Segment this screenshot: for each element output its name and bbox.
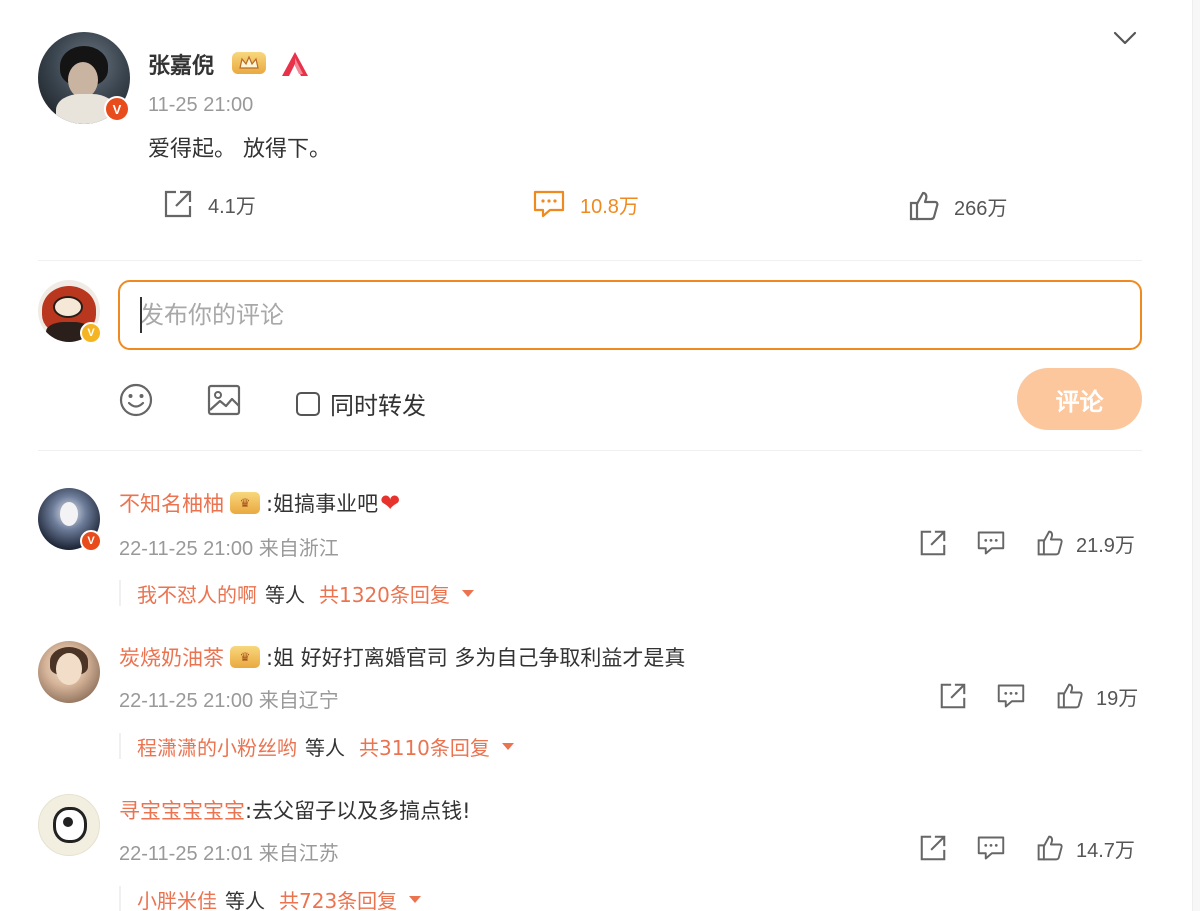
reply-count[interactable]: 共1320条回复	[319, 579, 450, 608]
repost-count: 4.1万	[208, 195, 256, 218]
like-button[interactable]: 266万	[908, 190, 1007, 222]
comment-meta: 22-11-25 21:00 来自辽宁	[119, 684, 339, 713]
crown-badge-icon	[232, 52, 266, 74]
share-icon	[162, 188, 194, 220]
post-text: 爱得起。 放得下。	[148, 137, 331, 162]
reply-summary[interactable]: 程潇潇的小粉丝哟 等人 共3110条回复	[119, 732, 514, 761]
comment-icon[interactable]	[976, 834, 1006, 862]
commenter-name[interactable]: 炭烧奶油茶	[119, 642, 224, 672]
reply-user[interactable]: 小胖米佳	[137, 885, 217, 911]
heart-icon: ❤	[380, 489, 401, 517]
reply-etc: 等人	[305, 735, 345, 760]
comment-location: 来自浙江	[258, 536, 339, 560]
comment-time: 22-11-25 21:00	[119, 538, 254, 560]
reply-etc: 等人	[225, 888, 265, 911]
comment-like-count: 21.9万	[1076, 534, 1135, 557]
comment-text: :去父留子以及多搞点钱!	[245, 799, 471, 823]
comment-icon[interactable]	[996, 682, 1026, 710]
reply-count[interactable]: 共3110条回复	[359, 732, 490, 761]
repost-button[interactable]: 4.1万	[162, 188, 256, 220]
author-name[interactable]: 张嘉倪	[148, 48, 214, 80]
comment-actions: 21.9万	[918, 528, 1135, 558]
repost-checkbox-label: 同时转发	[330, 392, 426, 420]
commenter-avatar[interactable]	[38, 641, 100, 703]
caret-down-icon[interactable]	[501, 742, 514, 750]
brand-badge-icon	[280, 50, 310, 78]
post-time: 11-25 21:00	[148, 94, 254, 116]
comment-header: 寻宝宝宝宝宝 :去父留子以及多搞点钱!	[119, 795, 471, 825]
chevron-down-icon[interactable]	[1112, 28, 1138, 48]
thumbs-up-icon[interactable]	[1036, 834, 1064, 862]
verified-badge-icon: V	[80, 322, 102, 344]
reply-summary[interactable]: 我不怼人的啊 等人 共1320条回复	[119, 579, 474, 608]
comment-text: :姐 好好打离婚官司 多为自己争取利益才是真	[266, 646, 686, 670]
comment-actions: 14.7万	[918, 833, 1135, 863]
comment-header: 炭烧奶油茶 ♛ :姐 好好打离婚官司 多为自己争取利益才是真	[119, 642, 685, 672]
caret-down-icon[interactable]	[461, 589, 474, 597]
comment-icon[interactable]	[976, 529, 1006, 557]
comment-button[interactable]: 10.8万	[532, 188, 639, 220]
comment-input[interactable]	[118, 280, 1142, 350]
share-icon[interactable]	[918, 528, 948, 558]
share-icon[interactable]	[918, 833, 948, 863]
commenter-name[interactable]: 不知名柚柚	[119, 488, 224, 518]
comment-like-count: 19万	[1096, 687, 1139, 710]
comment-header: 不知名柚柚 ♛ :姐搞事业吧 ❤	[119, 488, 400, 518]
share-icon[interactable]	[938, 681, 968, 711]
divider	[38, 260, 1142, 261]
commenter-avatar[interactable]	[38, 794, 100, 856]
thumbs-up-icon[interactable]	[1036, 529, 1064, 557]
comment-actions: 19万	[938, 681, 1138, 711]
thumbs-up-icon	[908, 190, 940, 222]
submit-comment-button[interactable]: 评论	[1017, 368, 1142, 430]
caret-down-icon[interactable]	[409, 895, 422, 903]
comment-meta: 22-11-25 21:00 来自浙江	[119, 532, 339, 561]
comment-meta: 22-11-25 21:01 来自江苏	[119, 837, 339, 866]
reply-user[interactable]: 我不怼人的啊	[137, 579, 257, 608]
reply-summary[interactable]: 小胖米佳 等人 共723条回复	[119, 885, 422, 911]
image-icon[interactable]	[206, 382, 242, 418]
commenter-name[interactable]: 寻宝宝宝宝宝	[119, 795, 245, 825]
comment-icon	[532, 188, 566, 220]
verified-badge-icon: V	[80, 530, 102, 552]
comment-time: 22-11-25 21:00	[119, 690, 254, 712]
emoji-icon[interactable]	[118, 382, 154, 418]
crown-badge-icon: ♛	[230, 492, 260, 514]
reply-etc: 等人	[265, 582, 305, 607]
reply-user[interactable]: 程潇潇的小粉丝哟	[137, 732, 297, 761]
comment-text: :姐搞事业吧	[266, 492, 379, 516]
comment-like-count: 14.7万	[1076, 839, 1135, 862]
divider	[38, 450, 1142, 451]
thumbs-up-icon[interactable]	[1056, 682, 1084, 710]
repost-checkbox[interactable]: 同时转发	[296, 386, 426, 421]
like-count: 266万	[954, 197, 1008, 220]
verified-badge-icon: V	[104, 96, 130, 122]
comment-location: 来自江苏	[258, 841, 339, 865]
reply-count[interactable]: 共723条回复	[279, 885, 397, 911]
comment-time: 22-11-25 21:01	[119, 843, 254, 865]
scrollbar-track[interactable]	[1192, 0, 1200, 911]
text-cursor	[140, 297, 142, 333]
checkbox-box[interactable]	[296, 391, 320, 416]
comment-count: 10.8万	[580, 195, 639, 218]
crown-badge-icon: ♛	[230, 646, 260, 668]
comment-location: 来自辽宁	[258, 688, 339, 712]
